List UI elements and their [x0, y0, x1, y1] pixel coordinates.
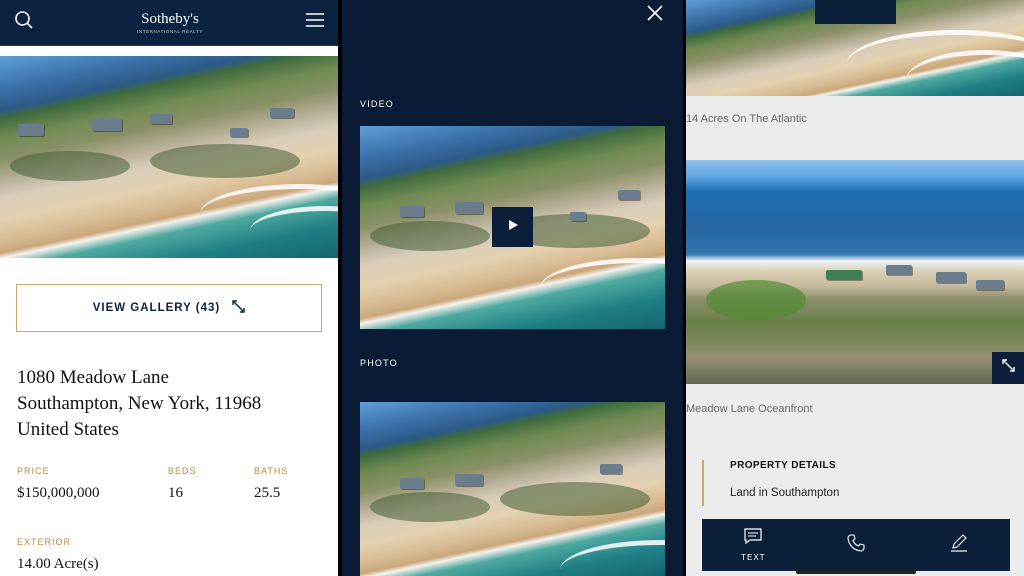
- media-gallery-screen: VIDEO PHOTO: [342, 0, 683, 576]
- text-button-label: TEXT: [741, 553, 766, 562]
- stat-value: 25.5: [254, 485, 281, 501]
- hamburger-menu-icon[interactable]: [306, 12, 324, 33]
- photo-thumbnail[interactable]: [360, 402, 665, 576]
- video-thumbnail[interactable]: [360, 126, 665, 329]
- play-icon: [507, 218, 519, 236]
- property-details-title: PROPERTY DETAILS: [730, 460, 837, 471]
- chat-text-icon: [744, 528, 762, 549]
- text-button[interactable]: TEXT: [702, 519, 805, 571]
- phone-icon: [847, 533, 865, 557]
- video-section-label: VIDEO: [360, 99, 395, 109]
- edit-inquiry-button[interactable]: [907, 519, 1010, 571]
- gallery-tab-indicator[interactable]: [815, 0, 896, 24]
- screenshot-stage: Sotheby's INTERNATIONAL REALTY VIEW GALL…: [0, 0, 1024, 576]
- stat-label: BATHS: [254, 466, 289, 476]
- stat-value: 14.00 Acre(s): [17, 556, 99, 572]
- expand-image-button[interactable]: [992, 352, 1024, 384]
- expand-arrows-icon: [232, 300, 245, 316]
- expand-arrows-icon: [1001, 359, 1015, 377]
- play-button[interactable]: [492, 207, 533, 247]
- address-line-1: 1080 Meadow Lane: [17, 367, 169, 388]
- gallery-list-screen: 14 Acres On The Atlantic Meadow Lane Oce…: [686, 0, 1024, 576]
- stat-beds: BEDS 16: [168, 466, 197, 502]
- photo-caption-1: 14 Acres On The Atlantic: [686, 113, 807, 125]
- property-details-text: Land in Southampton: [730, 487, 840, 499]
- brand-subtitle: INTERNATIONAL REALTY: [137, 28, 203, 34]
- phone-button[interactable]: [805, 519, 908, 571]
- stat-baths: BATHS 25.5: [254, 466, 288, 502]
- property-address: 1080 Meadow Lane Southampton, New York, …: [17, 365, 317, 443]
- stat-exterior: EXTERIOR 14.00 Acre(s): [17, 537, 99, 573]
- pencil-edit-icon: [950, 533, 968, 557]
- brand-name: Sotheby's: [141, 10, 199, 27]
- address-line-3: United States: [17, 419, 119, 440]
- close-icon[interactable]: [645, 3, 665, 23]
- sothebys-logo[interactable]: Sotheby's INTERNATIONAL REALTY: [137, 10, 203, 34]
- listing-detail-screen: Sotheby's INTERNATIONAL REALTY VIEW GALL…: [0, 0, 338, 576]
- contact-bottom-bar: TEXT: [702, 519, 1010, 571]
- address-line-2: Southampton, New York, 11968: [17, 393, 262, 414]
- view-gallery-button[interactable]: VIEW GALLERY (43): [16, 284, 322, 332]
- view-gallery-label: VIEW GALLERY (43): [92, 302, 221, 314]
- photo-caption-2: Meadow Lane Oceanfront: [686, 403, 813, 415]
- hero-property-photo[interactable]: [0, 56, 338, 258]
- stat-value: $150,000,000: [17, 485, 100, 501]
- stat-value: 16: [168, 485, 183, 501]
- stat-label: EXTERIOR: [17, 537, 72, 547]
- stat-label: PRICE: [17, 466, 50, 476]
- gallery-photo-oceanfront[interactable]: [686, 160, 1024, 384]
- stat-price: PRICE $150,000,000: [17, 466, 100, 502]
- top-header: Sotheby's INTERNATIONAL REALTY: [0, 0, 338, 46]
- photo-section-label: PHOTO: [360, 358, 398, 368]
- search-icon[interactable]: [14, 10, 34, 35]
- stat-label: BEDS: [168, 466, 197, 476]
- home-indicator: [796, 570, 916, 574]
- property-details-block: PROPERTY DETAILS Land in Southampton: [702, 460, 839, 506]
